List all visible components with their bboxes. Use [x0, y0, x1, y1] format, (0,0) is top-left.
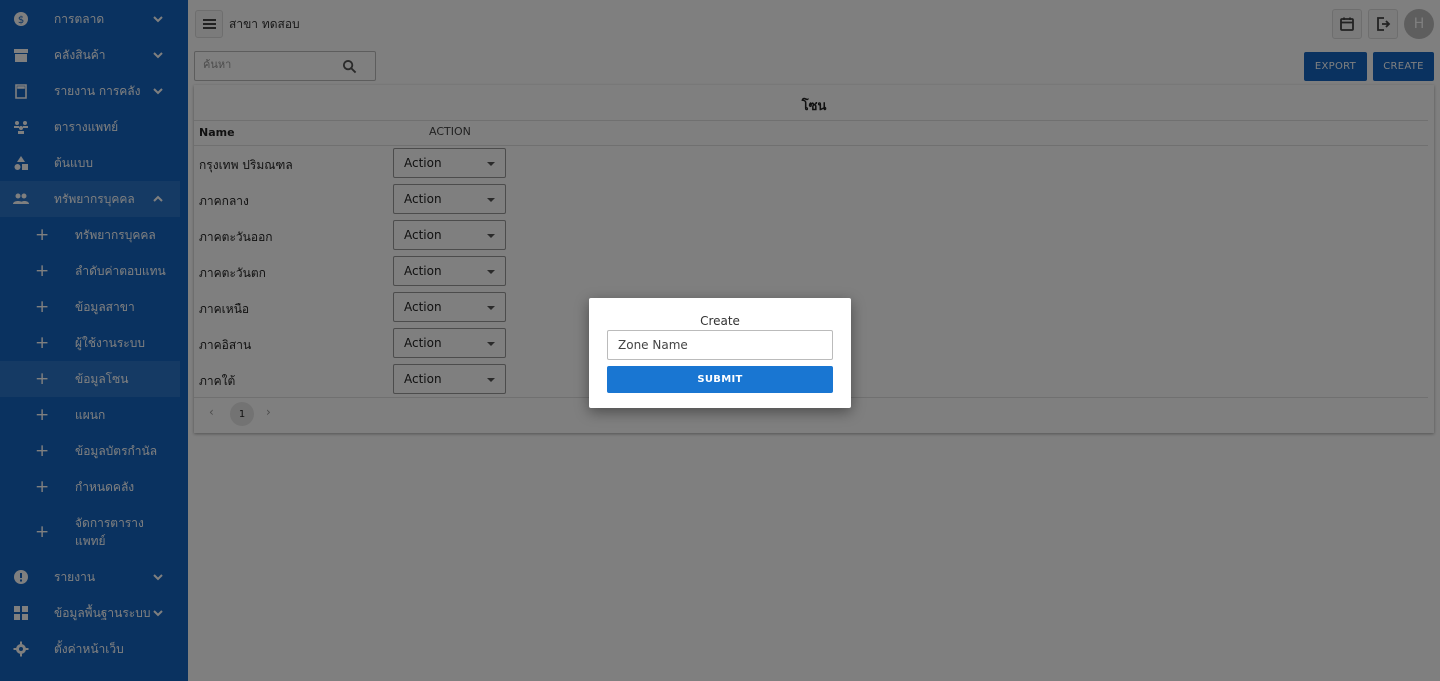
create-zone-modal: Create SUBMIT [589, 298, 851, 408]
zone-name-input[interactable] [607, 330, 833, 360]
modal-title: Create [700, 314, 740, 328]
submit-button[interactable]: SUBMIT [607, 366, 833, 393]
